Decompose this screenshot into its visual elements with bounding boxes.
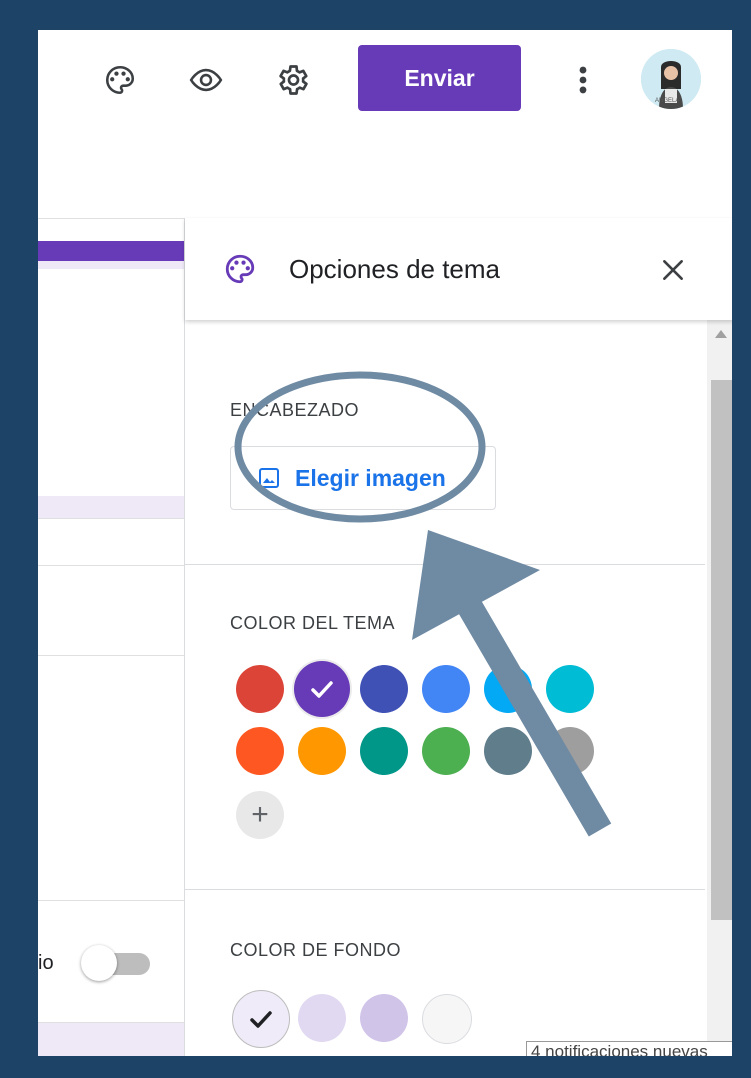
toggle-knob[interactable] — [81, 945, 117, 981]
theme-color-swatch[interactable] — [484, 727, 532, 775]
eye-icon[interactable] — [186, 60, 226, 100]
background-color-swatch[interactable] — [232, 990, 290, 1048]
app-frame: Enviar ANGELA io Opciones de tema ENCABE… — [38, 30, 732, 1056]
more-vert-icon[interactable] — [563, 60, 603, 100]
notification-tooltip: 4 notificaciones nuevas — [526, 1041, 732, 1056]
theme-color-swatch[interactable] — [236, 727, 284, 775]
check-icon — [250, 1011, 272, 1028]
theme-color-swatch[interactable] — [546, 727, 594, 775]
scroll-up-arrow-icon[interactable] — [715, 330, 727, 338]
choose-image-label: Elegir imagen — [295, 464, 446, 491]
gear-icon[interactable] — [272, 60, 312, 100]
image-icon — [257, 466, 281, 490]
form-header-bar — [38, 241, 187, 261]
form-divider — [38, 565, 186, 566]
theme-color-swatch[interactable] — [422, 665, 470, 713]
panel-title: Opciones de tema — [289, 254, 501, 284]
theme-color-swatch[interactable] — [294, 661, 350, 717]
form-divider — [38, 518, 186, 519]
background-color-swatch[interactable] — [422, 994, 472, 1044]
add-color-button[interactable]: + — [236, 791, 284, 839]
panel-scrollbar[interactable] — [707, 320, 732, 1056]
palette-icon — [223, 252, 257, 291]
theme-color-swatch[interactable] — [422, 727, 470, 775]
form-divider — [38, 900, 186, 901]
avatar[interactable]: ANGELA — [641, 49, 701, 109]
section-divider — [185, 889, 705, 890]
theme-color-swatch[interactable] — [360, 665, 408, 713]
palette-icon[interactable] — [100, 60, 140, 100]
form-divider — [38, 655, 186, 656]
avatar-caption: ANGELA — [655, 98, 680, 104]
choose-image-button[interactable]: Elegir imagen — [230, 446, 496, 510]
theme-color-section-label: COLOR DEL TEMA — [230, 613, 396, 633]
background-color-swatch[interactable] — [360, 994, 408, 1042]
close-icon[interactable] — [653, 250, 693, 290]
theme-options-panel: Opciones de tema ENCABEZADO Elegir image… — [184, 218, 732, 1056]
header-section-label: ENCABEZADO — [230, 400, 360, 420]
theme-color-swatch[interactable] — [360, 727, 408, 775]
send-button[interactable]: Enviar — [358, 45, 521, 111]
top-toolbar: Enviar ANGELA — [38, 30, 732, 219]
theme-color-swatch[interactable] — [484, 665, 532, 713]
theme-color-swatch[interactable] — [546, 665, 594, 713]
form-section-separator — [38, 496, 186, 518]
section-divider — [185, 564, 705, 565]
theme-color-swatch[interactable] — [298, 727, 346, 775]
theme-color-swatch[interactable] — [236, 665, 284, 713]
form-card-edge — [38, 261, 186, 269]
required-label: io — [38, 952, 54, 974]
panel-header: Opciones de tema — [185, 218, 732, 320]
background-color-section-label: COLOR DE FONDO — [230, 940, 402, 960]
scroll-thumb[interactable] — [711, 380, 732, 920]
check-icon — [311, 681, 333, 698]
form-bottom-bg — [38, 1023, 186, 1056]
background-color-swatch[interactable] — [298, 994, 346, 1042]
